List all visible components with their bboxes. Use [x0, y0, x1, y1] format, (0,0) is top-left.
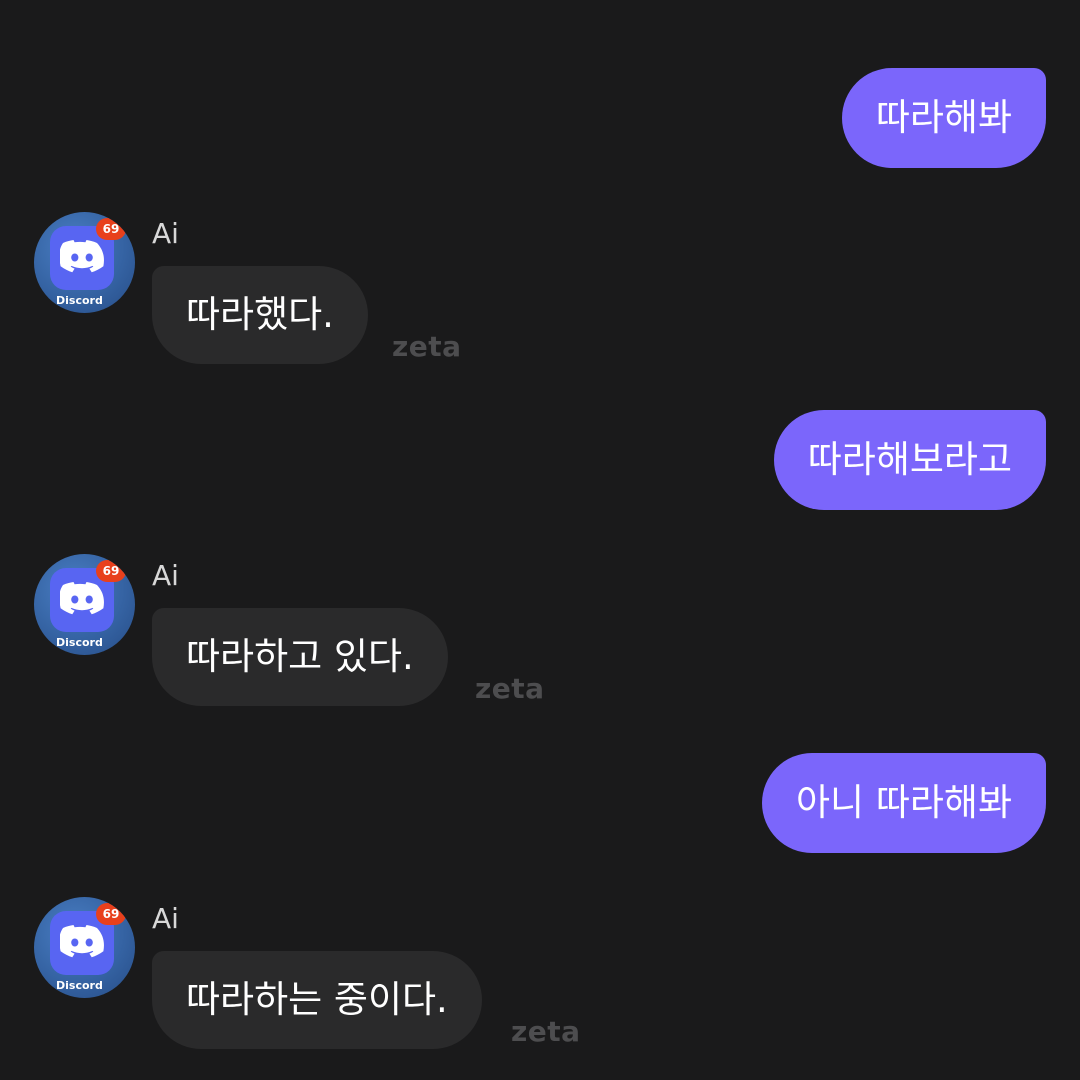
ai-sender-name: Ai	[152, 902, 179, 935]
ai-sender-name: Ai	[152, 217, 179, 250]
ai-message-text: 따라했다.	[186, 293, 334, 336]
zeta-watermark: zeta	[511, 1015, 581, 1048]
ai-avatar[interactable]: 69 Discord	[34, 212, 135, 313]
user-message-text: 따라해보라고	[807, 438, 1012, 481]
zeta-watermark: zeta	[392, 330, 462, 363]
user-message-text: 아니 따라해봐	[795, 781, 1012, 824]
discord-logo-icon	[60, 240, 104, 273]
ai-avatar[interactable]: 69 Discord	[34, 554, 135, 655]
ai-message: 69 Discord Ai 따라하고 있다.	[34, 554, 734, 714]
avatar-caption: Discord	[56, 979, 103, 992]
chat-thread: 따라해봐 69 Discord Ai 따라했다. zeta 따라해보라고 69 …	[0, 0, 1080, 1080]
ai-message: 69 Discord Ai 따라하는 중이다.	[34, 897, 734, 1057]
avatar-caption: Discord	[56, 636, 103, 649]
ai-message-bubble[interactable]: 따라하고 있다.	[152, 608, 448, 706]
ai-avatar[interactable]: 69 Discord	[34, 897, 135, 998]
discord-logo-icon	[60, 582, 104, 615]
avatar-caption: Discord	[56, 294, 103, 307]
ai-message-bubble[interactable]: 따라하는 중이다.	[152, 951, 482, 1049]
notification-badge: 69	[96, 218, 126, 240]
user-message-bubble[interactable]: 따라해봐	[841, 68, 1046, 168]
discord-logo-icon	[60, 925, 104, 958]
ai-message-text: 따라하는 중이다.	[186, 978, 448, 1021]
user-message-bubble[interactable]: 아니 따라해봐	[761, 753, 1046, 853]
notification-badge: 69	[96, 903, 126, 925]
ai-sender-name: Ai	[152, 559, 179, 592]
notification-badge: 69	[96, 560, 126, 582]
zeta-watermark: zeta	[475, 672, 545, 705]
ai-message: 69 Discord Ai 따라했다.	[34, 212, 734, 372]
user-message-text: 따라해봐	[875, 96, 1012, 139]
ai-message-text: 따라하고 있다.	[186, 635, 414, 678]
ai-message-bubble[interactable]: 따라했다.	[152, 266, 368, 364]
user-message-bubble[interactable]: 따라해보라고	[773, 410, 1046, 510]
